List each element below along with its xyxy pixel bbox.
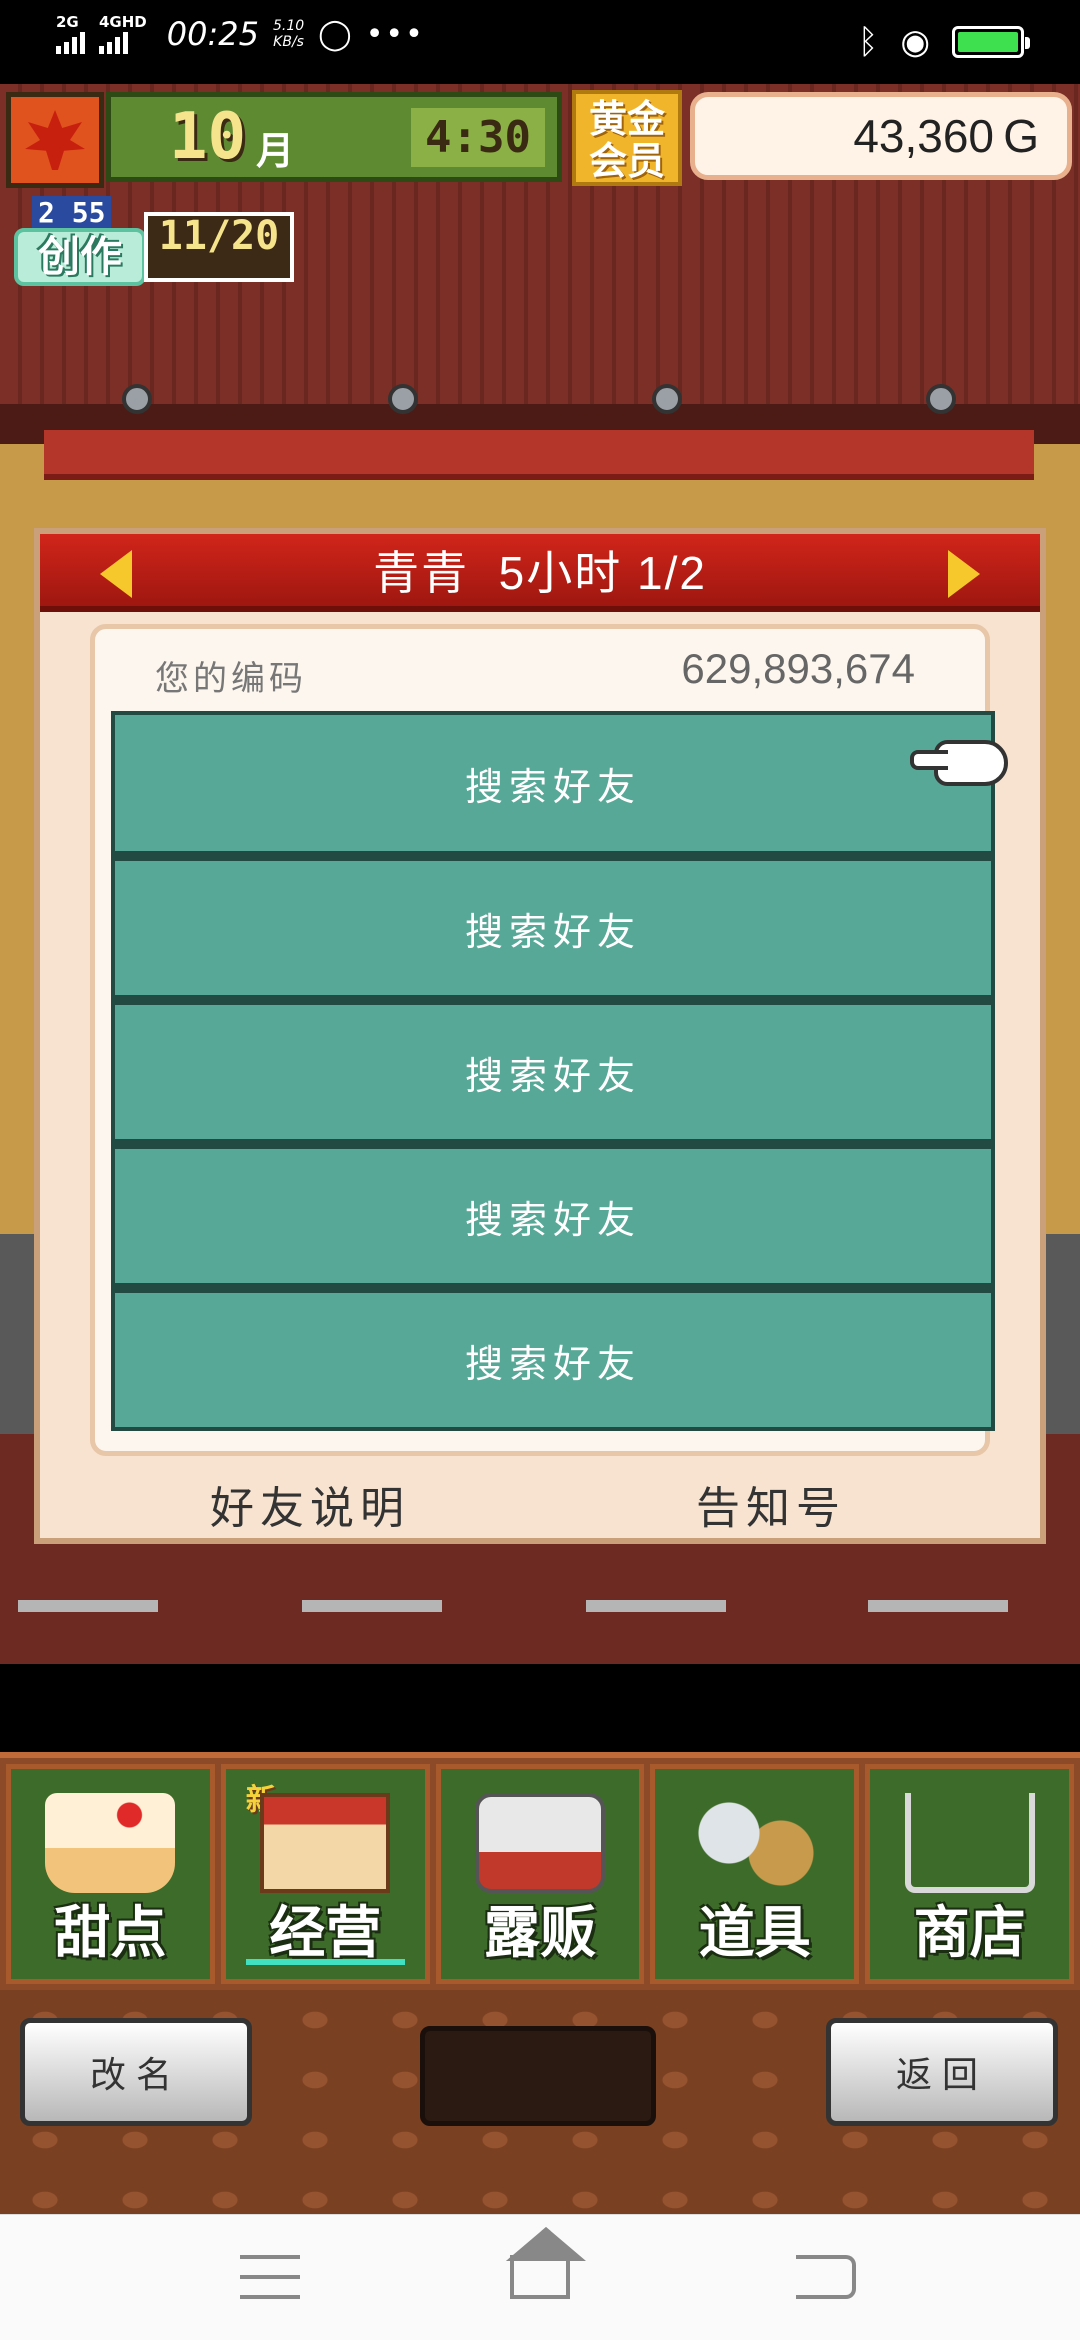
dialog-body: 您的编码 629,893,674 搜索好友 搜索好友 搜索好友 搜索好友 搜索好… <box>90 624 995 1456</box>
battery-fill <box>958 32 1018 52</box>
signal-2g: 2G <box>56 14 85 54</box>
back-icon[interactable] <box>796 2255 856 2299</box>
vip-badge[interactable]: 黄金会员 <box>572 90 682 186</box>
create-badge: 创作 <box>14 228 146 286</box>
menu-label: 露贩 <box>483 1901 596 1966</box>
menu-store[interactable]: 商店 <box>865 1764 1074 1984</box>
bottom-action-bar: 改名 返回 <box>0 1990 1080 2214</box>
friend-help-button[interactable]: 好友说明 <box>210 1472 410 1536</box>
food-truck-icon <box>474 1793 605 1893</box>
user-code-row: 您的编码 629,893,674 <box>95 629 985 711</box>
menu-label: 甜点 <box>54 1901 167 1966</box>
network-type-1: 2G <box>56 13 79 31</box>
shop-icon <box>260 1793 391 1893</box>
next-page-arrow-icon[interactable] <box>948 550 980 598</box>
search-friend-label: 搜索好友 <box>464 909 641 954</box>
status-right: ᛒ ◉ <box>857 22 1030 62</box>
search-friend-label: 搜索好友 <box>464 1053 641 1098</box>
game-clock: 4:30 <box>411 107 545 167</box>
menu-dessert[interactable]: 甜点 <box>6 1764 215 1984</box>
status-bar: 2G 4GHD 00:25 5.10 KB/s ◯ ••• ᛒ ◉ <box>0 0 1080 84</box>
road-dash <box>302 1600 442 1612</box>
cake-icon <box>45 1793 176 1893</box>
season-icon[interactable] <box>6 92 104 188</box>
lamp-icon <box>388 384 418 414</box>
menu-label: 经营 <box>269 1901 382 1966</box>
lamp-icon <box>926 384 956 414</box>
rename-button[interactable]: 改名 <box>20 2018 252 2126</box>
road-dash <box>586 1600 726 1612</box>
create-panel[interactable]: 2 55 创作 11/20 <box>6 192 294 288</box>
status-left: 2G 4GHD 00:25 5.10 KB/s ◯ ••• <box>56 14 425 54</box>
search-friend-label: 搜索好友 <box>464 764 641 809</box>
menu-manage[interactable]: 新 经营 <box>220 1764 430 1984</box>
menu-food-truck[interactable]: 露贩 <box>435 1764 645 1984</box>
scene-gap <box>0 1664 1080 1666</box>
dialog-footer: 好友说明 告知号 <box>40 1462 1040 1542</box>
main-menu: 甜点 新 经营 露贩 道具 商店 <box>0 1752 1080 1990</box>
app-notification-icon: ◯ <box>318 16 352 52</box>
signal-4g: 4GHD <box>99 14 147 54</box>
signal-bars-icon <box>56 30 85 54</box>
battery-icon <box>952 26 1030 58</box>
hand-pointer-icon <box>910 740 1008 786</box>
search-friend-label: 搜索好友 <box>464 1197 641 1242</box>
search-friend-button[interactable]: 搜索好友 <box>111 711 995 855</box>
back-button[interactable]: 返回 <box>826 2018 1058 2126</box>
home-icon[interactable] <box>510 2255 570 2299</box>
menu-icon[interactable] <box>240 2255 300 2299</box>
center-slot <box>420 2026 656 2126</box>
month-number: 10 <box>169 100 247 174</box>
lamp-icon <box>122 384 152 414</box>
shop-awning <box>44 430 1034 480</box>
date-panel: 10 月 4:30 <box>106 92 562 182</box>
user-code-label: 您的编码 <box>155 659 307 699</box>
more-notifications-icon: ••• <box>365 16 425 52</box>
tools-icon <box>689 1793 820 1893</box>
system-navigation-bar <box>0 2214 1080 2340</box>
clock-time: 00:25 <box>166 15 259 53</box>
menu-label: 商店 <box>913 1901 1026 1966</box>
speed-value: 5.10 <box>272 18 305 34</box>
prev-page-arrow-icon[interactable] <box>100 550 132 598</box>
dialog-title: 青青 5小时 1/2 <box>373 547 707 599</box>
wifi-icon: ◉ <box>900 22 930 62</box>
lamp-icon <box>652 384 682 414</box>
road-dash <box>18 1600 158 1612</box>
network-speed: 5.10 KB/s <box>273 18 304 50</box>
shopping-cart-icon <box>904 1793 1035 1893</box>
dialog-header: 青青 5小时 1/2 <box>40 534 1040 612</box>
friend-slot-list: 搜索好友 搜索好友 搜索好友 搜索好友 搜索好友 <box>111 711 995 1431</box>
search-friend-button[interactable]: 搜索好友 <box>111 999 995 1143</box>
menu-label: 道具 <box>698 1901 811 1966</box>
search-friend-button[interactable]: 搜索好友 <box>111 1143 995 1287</box>
month-label: 月 <box>256 128 295 173</box>
create-level: 2 55 <box>32 196 112 229</box>
search-friend-label: 搜索好友 <box>464 1341 641 1386</box>
create-count: 11/20 <box>144 212 294 282</box>
speed-unit: KB/s <box>273 34 304 50</box>
announce-code-button[interactable]: 告知号 <box>696 1472 846 1536</box>
gold-counter: 43,360 G <box>690 92 1072 180</box>
active-underline <box>245 1959 405 1965</box>
maple-leaf-icon <box>25 110 85 170</box>
road-dash <box>868 1600 1008 1612</box>
search-friend-button[interactable]: 搜索好友 <box>111 1287 995 1431</box>
menu-items[interactable]: 道具 <box>650 1764 860 1984</box>
bluetooth-icon: ᛒ <box>857 22 879 62</box>
search-friend-button[interactable]: 搜索好友 <box>111 855 995 999</box>
signal-bars-icon <box>99 30 128 54</box>
friend-dialog: 青青 5小时 1/2 您的编码 629,893,674 搜索好友 搜索好友 搜索… <box>34 528 1046 1544</box>
user-code-value: 629,893,674 <box>681 645 915 692</box>
network-type-2: 4GHD <box>99 13 147 31</box>
